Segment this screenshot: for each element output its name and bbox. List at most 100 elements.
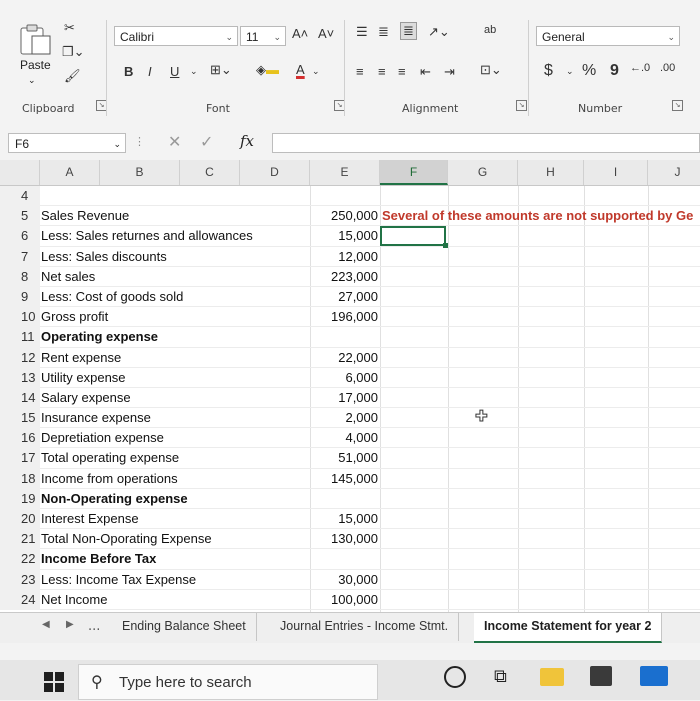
row-label-cell[interactable]: Income Before Tax (41, 549, 156, 569)
amount-cell[interactable]: 145,000 (310, 469, 378, 489)
row-label-cell[interactable]: Total operating expense (41, 448, 179, 468)
scroll-tabs-right-icon[interactable]: ▶ (66, 619, 74, 630)
row-header[interactable]: 7 (0, 246, 40, 267)
row-header[interactable]: 23 (0, 569, 40, 590)
row-label-cell[interactable]: Insurance expense (41, 408, 151, 428)
store-icon[interactable] (590, 666, 612, 686)
amount-cell[interactable]: 27,000 (310, 287, 378, 307)
chevron-down-icon[interactable]: ⌄ (566, 66, 574, 77)
row-header[interactable]: 15 (0, 408, 40, 429)
cut-icon[interactable]: ✂ (64, 20, 75, 36)
row-label-cell[interactable]: Depretiation expense (41, 428, 164, 448)
row-header[interactable]: 13 (0, 367, 40, 388)
underline-button[interactable]: U (170, 64, 179, 79)
font-color-icon[interactable]: A (296, 62, 305, 77)
cancel-icon[interactable]: ✕ (168, 132, 181, 151)
amount-cell[interactable] (310, 327, 378, 347)
row-label-cell[interactable]: Salary expense (41, 388, 131, 408)
more-sheets-button[interactable]: ... (88, 619, 100, 634)
active-cell[interactable] (380, 226, 448, 249)
row-header[interactable]: 11 (0, 327, 40, 348)
row-label-cell[interactable]: Sales Revenue (41, 206, 129, 226)
font-name-combo[interactable]: Calibri ⌄ (114, 26, 238, 46)
fill-color-icon[interactable]: ◈▬ (256, 62, 279, 78)
more-options-icon[interactable]: ⋮ (134, 135, 145, 148)
number-launcher-icon[interactable]: ↘ (672, 100, 683, 111)
note-cell[interactable]: Several of these amounts are not support… (382, 206, 693, 226)
sheet-tab[interactable]: Journal Entries - Income Stmt. (270, 613, 460, 641)
increase-decimal-icon[interactable]: ←.0 (630, 62, 650, 74)
formula-input[interactable] (272, 133, 700, 153)
font-size-combo[interactable]: 11 ⌄ (240, 26, 286, 46)
amount-cell[interactable]: 4,000 (310, 428, 378, 448)
shrink-font-button[interactable]: A˅ (318, 26, 334, 41)
copy-icon[interactable]: ❐⌄ (62, 44, 85, 60)
row-header[interactable]: 17 (0, 448, 40, 469)
align-right-icon[interactable]: ≡ (398, 64, 406, 79)
amount-cell[interactable]: 30,000 (310, 570, 378, 590)
column-header-d[interactable]: D (240, 160, 310, 185)
grow-font-button[interactable]: A˄ (292, 26, 308, 41)
row-label-cell[interactable]: Non-Operating expense (41, 489, 188, 509)
merge-center-icon[interactable]: ⊡⌄ (480, 62, 502, 78)
windows-start-icon[interactable] (44, 672, 64, 692)
align-left-icon[interactable]: ≡ (356, 64, 364, 79)
row-header[interactable]: 19 (0, 488, 40, 509)
mail-icon[interactable] (640, 666, 668, 686)
decrease-decimal-icon[interactable]: .00 (660, 62, 675, 74)
row-label-cell[interactable]: Interest Expense (41, 509, 139, 529)
taskbar-search-input[interactable]: ⚲ Type here to search (78, 664, 378, 700)
row-header[interactable]: 4 (0, 186, 40, 207)
worksheet-grid[interactable]: ABCDEFGHIJ 4 5 Sales Revenue 250,000 Several… (0, 160, 700, 612)
row-label-cell[interactable]: Rent expense (41, 348, 121, 368)
column-header-c[interactable]: C (180, 160, 240, 185)
row-header[interactable]: 5 (0, 206, 40, 227)
amount-cell[interactable] (310, 186, 378, 206)
scroll-tabs-left-icon[interactable]: ◀ (42, 619, 50, 630)
row-header[interactable]: 12 (0, 347, 40, 368)
column-header-j[interactable]: J (648, 160, 700, 185)
amount-cell[interactable]: 22,000 (310, 348, 378, 368)
row-header[interactable]: 14 (0, 387, 40, 409)
chevron-down-icon[interactable]: ⌄ (190, 66, 198, 77)
row-label-cell[interactable]: Income from operations (41, 469, 178, 489)
amount-cell[interactable]: 51,000 (310, 448, 378, 468)
insert-function-button[interactable]: fx (240, 132, 254, 150)
amount-cell[interactable]: 2,000 (310, 408, 378, 428)
wrap-text-icon[interactable]: ab (484, 24, 496, 36)
currency-button[interactable]: $ (544, 62, 553, 80)
row-label-cell[interactable]: Net sales (41, 267, 95, 287)
row-header[interactable]: 10 (0, 307, 40, 328)
task-view-icon[interactable]: ⧉ (494, 666, 507, 687)
align-top-icon[interactable]: ☰ (356, 24, 368, 40)
alignment-launcher-icon[interactable]: ↘ (516, 100, 527, 111)
amount-cell[interactable]: 250,000 (310, 206, 378, 226)
increase-indent-icon[interactable]: ⇥ (444, 64, 455, 80)
borders-icon[interactable]: ⊞⌄ (210, 62, 232, 78)
sheet-tab[interactable]: Income Statement for year 2 (474, 613, 663, 643)
align-center-icon[interactable]: ≡ (378, 64, 386, 79)
row-header[interactable]: 20 (0, 509, 40, 530)
column-header-e[interactable]: E (310, 160, 380, 185)
amount-cell[interactable]: 12,000 (310, 247, 378, 267)
row-header[interactable]: 16 (0, 428, 40, 449)
sheet-tab[interactable]: Ending Balance Sheet (112, 613, 257, 641)
row-label-cell[interactable]: Total Non-Oporating Expense (41, 529, 212, 549)
row-label-cell[interactable]: Net Income (41, 590, 107, 610)
cortana-icon[interactable] (444, 666, 466, 688)
name-box[interactable]: F6 ⌄ (8, 133, 126, 153)
amount-cell[interactable]: 223,000 (310, 267, 378, 287)
chevron-down-icon[interactable]: ⌄ (312, 66, 320, 77)
row-label-cell[interactable]: Less: Sales returnes and allowances (41, 226, 253, 246)
amount-cell[interactable]: 6,000 (310, 368, 378, 388)
number-format-combo[interactable]: General ⌄ (536, 26, 680, 46)
row-header[interactable]: 6 (0, 226, 40, 247)
row-header[interactable]: 22 (0, 549, 40, 570)
column-header-h[interactable]: H (518, 160, 584, 185)
bold-button[interactable]: B (124, 64, 133, 79)
enter-icon[interactable]: ✓ (200, 132, 213, 151)
orientation-icon[interactable]: ↗⌄ (428, 24, 450, 40)
row-header[interactable]: 21 (0, 529, 40, 550)
row-header[interactable]: 8 (0, 266, 40, 287)
column-header-a[interactable]: A (40, 160, 100, 185)
